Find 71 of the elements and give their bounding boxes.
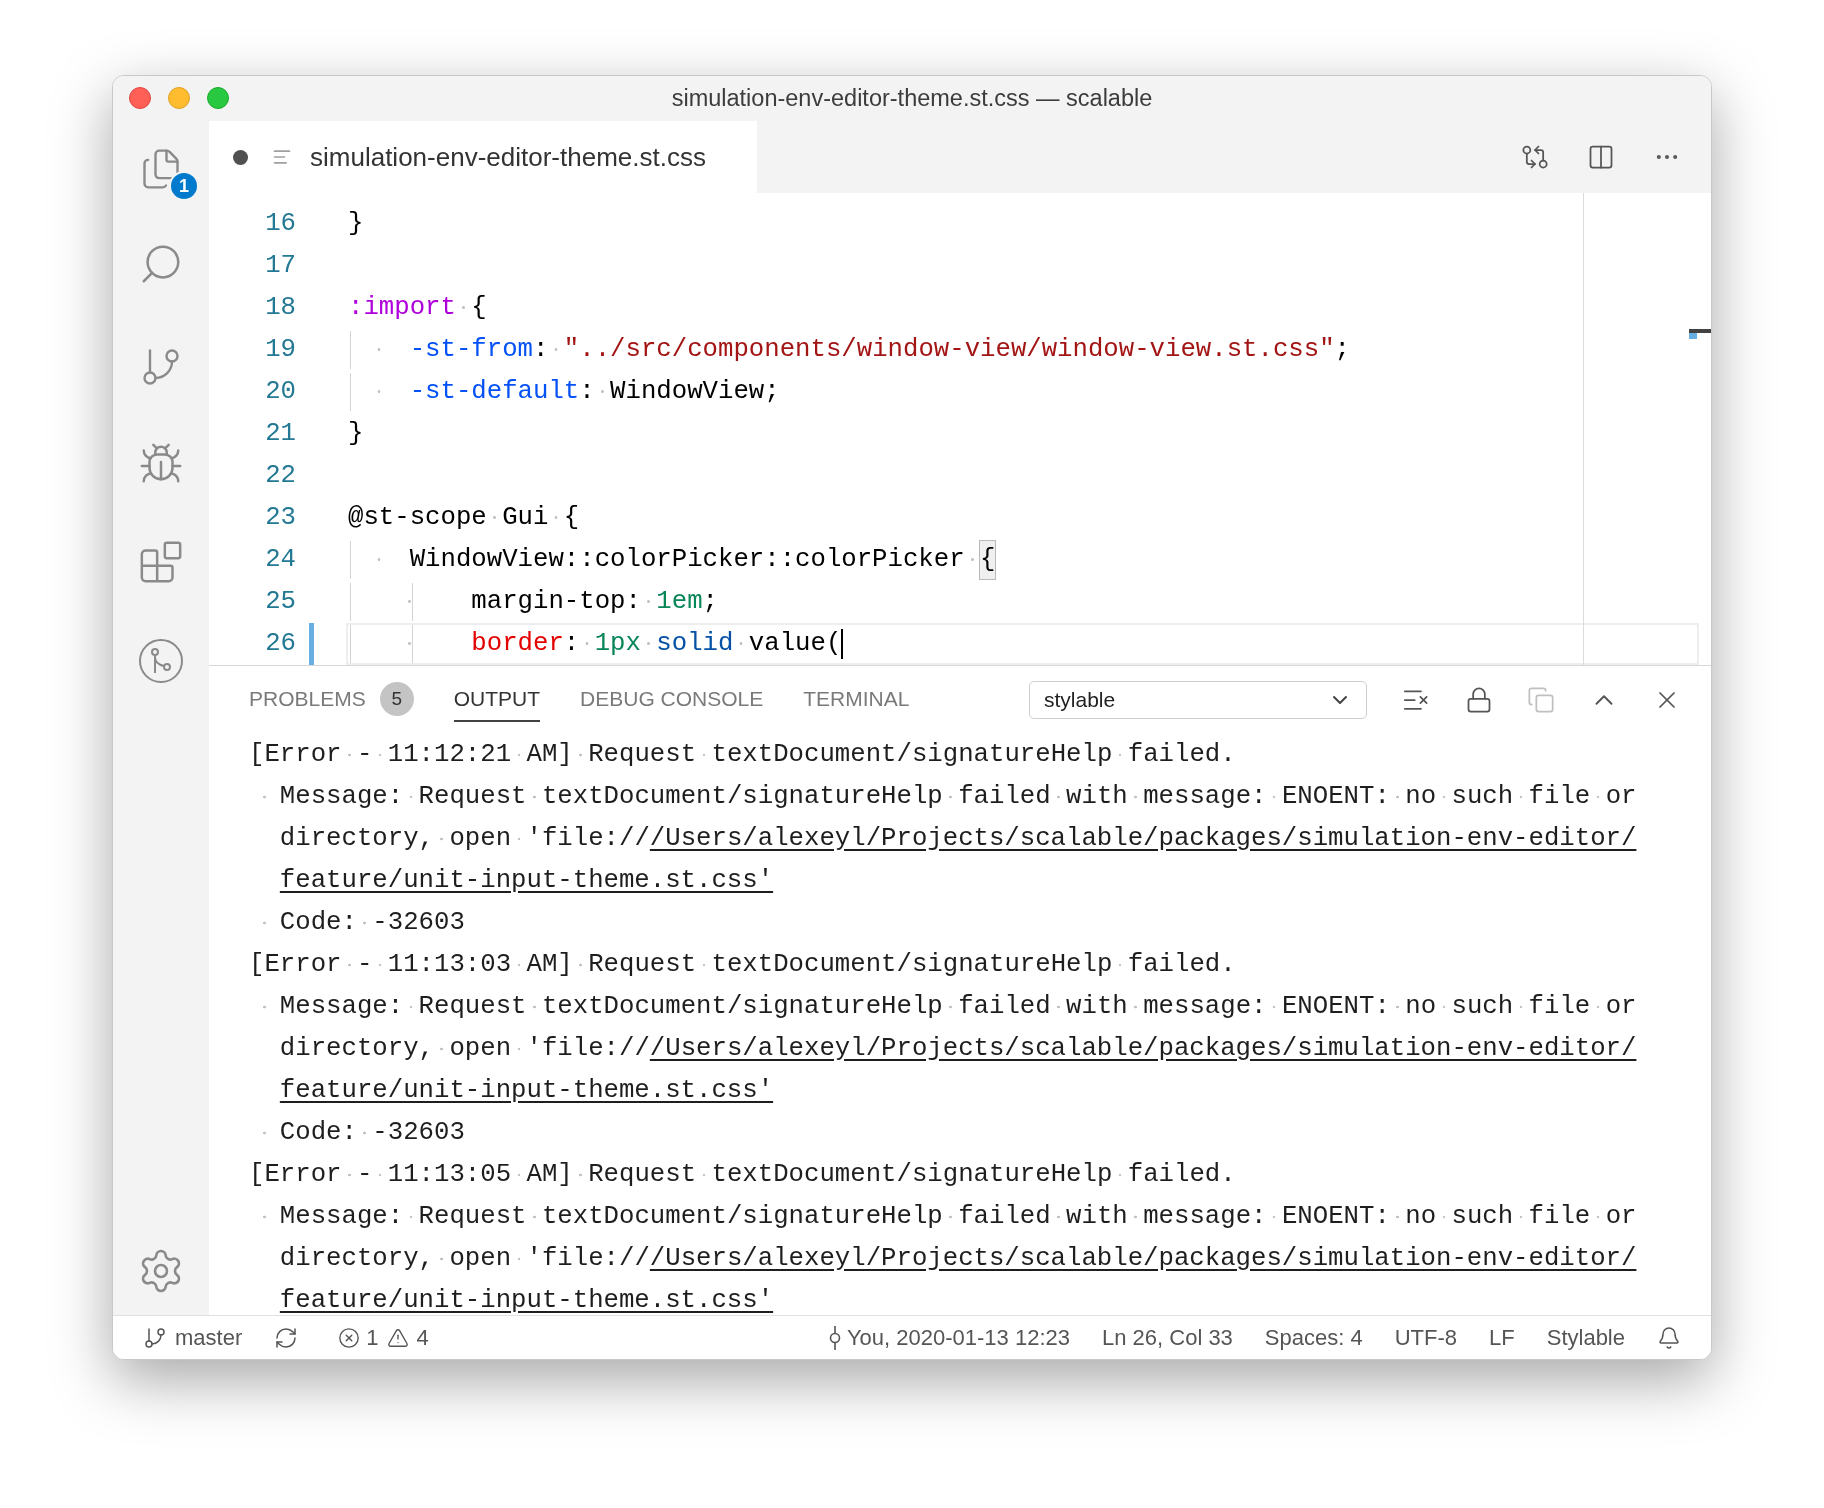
- file-lines-icon: [272, 147, 292, 167]
- line-number: 17: [264, 249, 296, 282]
- output-line: directory, open 'file:///Users/alexeyl/Projects/scalable/packages/simulation-env-editor/: [249, 818, 1711, 860]
- file-link[interactable]: feature/unit-input-theme.st.css': [279, 1071, 774, 1111]
- editor-tab[interactable]: simulation-env-editor-theme.st.css: [209, 121, 757, 193]
- warning-icon: [386, 1326, 409, 1349]
- explorer-badge: 1: [169, 171, 199, 201]
- output-line: Code: -32603: [249, 902, 1711, 944]
- line-number: 19: [264, 333, 296, 366]
- overview-ruler-mark: [1689, 329, 1711, 333]
- code-line: @st-scope Gui {: [347, 501, 581, 534]
- code-line: :import {: [347, 291, 488, 324]
- code-line: -st-from: "../src/components/window-view/window-view.st.css";: [346, 329, 1699, 371]
- indentation[interactable]: Spaces: 4: [1264, 1321, 1363, 1354]
- warning-count[interactable]: 4: [416, 1321, 429, 1354]
- extensions-icon[interactable]: [138, 539, 184, 585]
- line-number: 24: [264, 543, 296, 576]
- commit-icon: [828, 1324, 841, 1351]
- line-number: 26: [264, 627, 296, 660]
- line-ending[interactable]: LF: [1489, 1321, 1515, 1354]
- output-line: [Error - 11:12:21 AM] Request textDocument/signatureHelp failed.: [249, 734, 1711, 776]
- line-number: 23: [264, 501, 296, 534]
- branch-icon: [143, 1325, 167, 1350]
- line-number: 25: [264, 585, 296, 618]
- branch-name[interactable]: master: [175, 1321, 243, 1354]
- output-line: [Error - 11:13:05 AM] Request textDocument/signatureHelp failed.: [249, 1154, 1711, 1196]
- error-icon: [338, 1326, 361, 1349]
- split-editor-icon[interactable]: [1587, 143, 1615, 171]
- code-line: WindowView::colorPicker::colorPicker {: [346, 539, 1699, 581]
- output-line: Code: -32603: [249, 1112, 1711, 1154]
- output-line: directory, open 'file:///Users/alexeyl/Projects/scalable/packages/simulation-env-editor/: [249, 1028, 1711, 1070]
- cursor-position[interactable]: Ln 26, Col 33: [1102, 1321, 1233, 1354]
- compare-changes-icon[interactable]: [1521, 143, 1549, 171]
- zoom-window-button[interactable]: [207, 87, 229, 109]
- branch-circle-icon[interactable]: [137, 637, 185, 685]
- code-line: -st-default: WindowView;: [346, 371, 1699, 413]
- output-line: Message: Request textDocument/signatureHelp failed with message: ENOENT: no such file or: [249, 776, 1711, 818]
- problems-count-badge: 5: [379, 682, 414, 716]
- encoding[interactable]: UTF-8: [1394, 1321, 1458, 1354]
- notifications-icon[interactable]: [1657, 1325, 1681, 1350]
- line-number: 20: [264, 375, 296, 408]
- file-link[interactable]: /Users/alexeyl/Projects/scalable/packages/simulation-env-editor/: [649, 819, 1637, 859]
- code-line: }: [347, 417, 365, 450]
- output-line: Message: Request textDocument/signatureHelp failed with message: ENOENT: no such file or: [249, 1196, 1711, 1238]
- text-cursor: [841, 629, 844, 659]
- window-title: simulation-env-editor-theme.st.css — scalable: [671, 83, 1153, 113]
- close-window-button[interactable]: [129, 87, 151, 109]
- blame-info[interactable]: You, 2020-01-13 12:23: [846, 1321, 1070, 1354]
- lock-icon[interactable]: [1465, 686, 1493, 714]
- file-link[interactable]: /Users/alexeyl/Projects/scalable/packages/simulation-env-editor/: [649, 1239, 1637, 1279]
- output-channel-dropdown[interactable]: stylable: [1029, 681, 1367, 719]
- output-line: [Error - 11:13:03 AM] Request textDocument/signatureHelp failed.: [249, 944, 1711, 986]
- panel-tab[interactable]: PROBLEMS 5: [249, 678, 414, 722]
- code-line: margin-top: 1em;: [346, 581, 1699, 623]
- file-link[interactable]: feature/unit-input-theme.st.css': [279, 1281, 774, 1315]
- panel-tab[interactable]: OUTPUT: [453, 678, 541, 722]
- language-mode[interactable]: Stylable: [1546, 1321, 1625, 1354]
- panel-tab[interactable]: TERMINAL: [803, 678, 910, 722]
- file-link[interactable]: /Users/alexeyl/Projects/scalable/packages/simulation-env-editor/: [649, 1029, 1637, 1069]
- line-number: 22: [264, 459, 296, 492]
- line-number: 16: [264, 207, 296, 240]
- overview-ruler-change-mark: [1689, 333, 1697, 339]
- panel-tab[interactable]: DEBUG CONSOLE: [580, 678, 764, 722]
- line-number: 18: [264, 291, 296, 324]
- file-link[interactable]: feature/unit-input-theme.st.css': [279, 861, 774, 901]
- sync-icon[interactable]: [274, 1325, 299, 1350]
- code-line: }: [347, 207, 365, 240]
- output-line: directory, open 'file:///Users/alexeyl/Projects/scalable/packages/simulation-env-editor/: [249, 1238, 1711, 1280]
- error-count[interactable]: 1: [366, 1321, 379, 1354]
- line-number: 21: [264, 417, 296, 450]
- output-line: Message: Request textDocument/signatureHelp failed with message: ENOENT: no such file or: [249, 986, 1711, 1028]
